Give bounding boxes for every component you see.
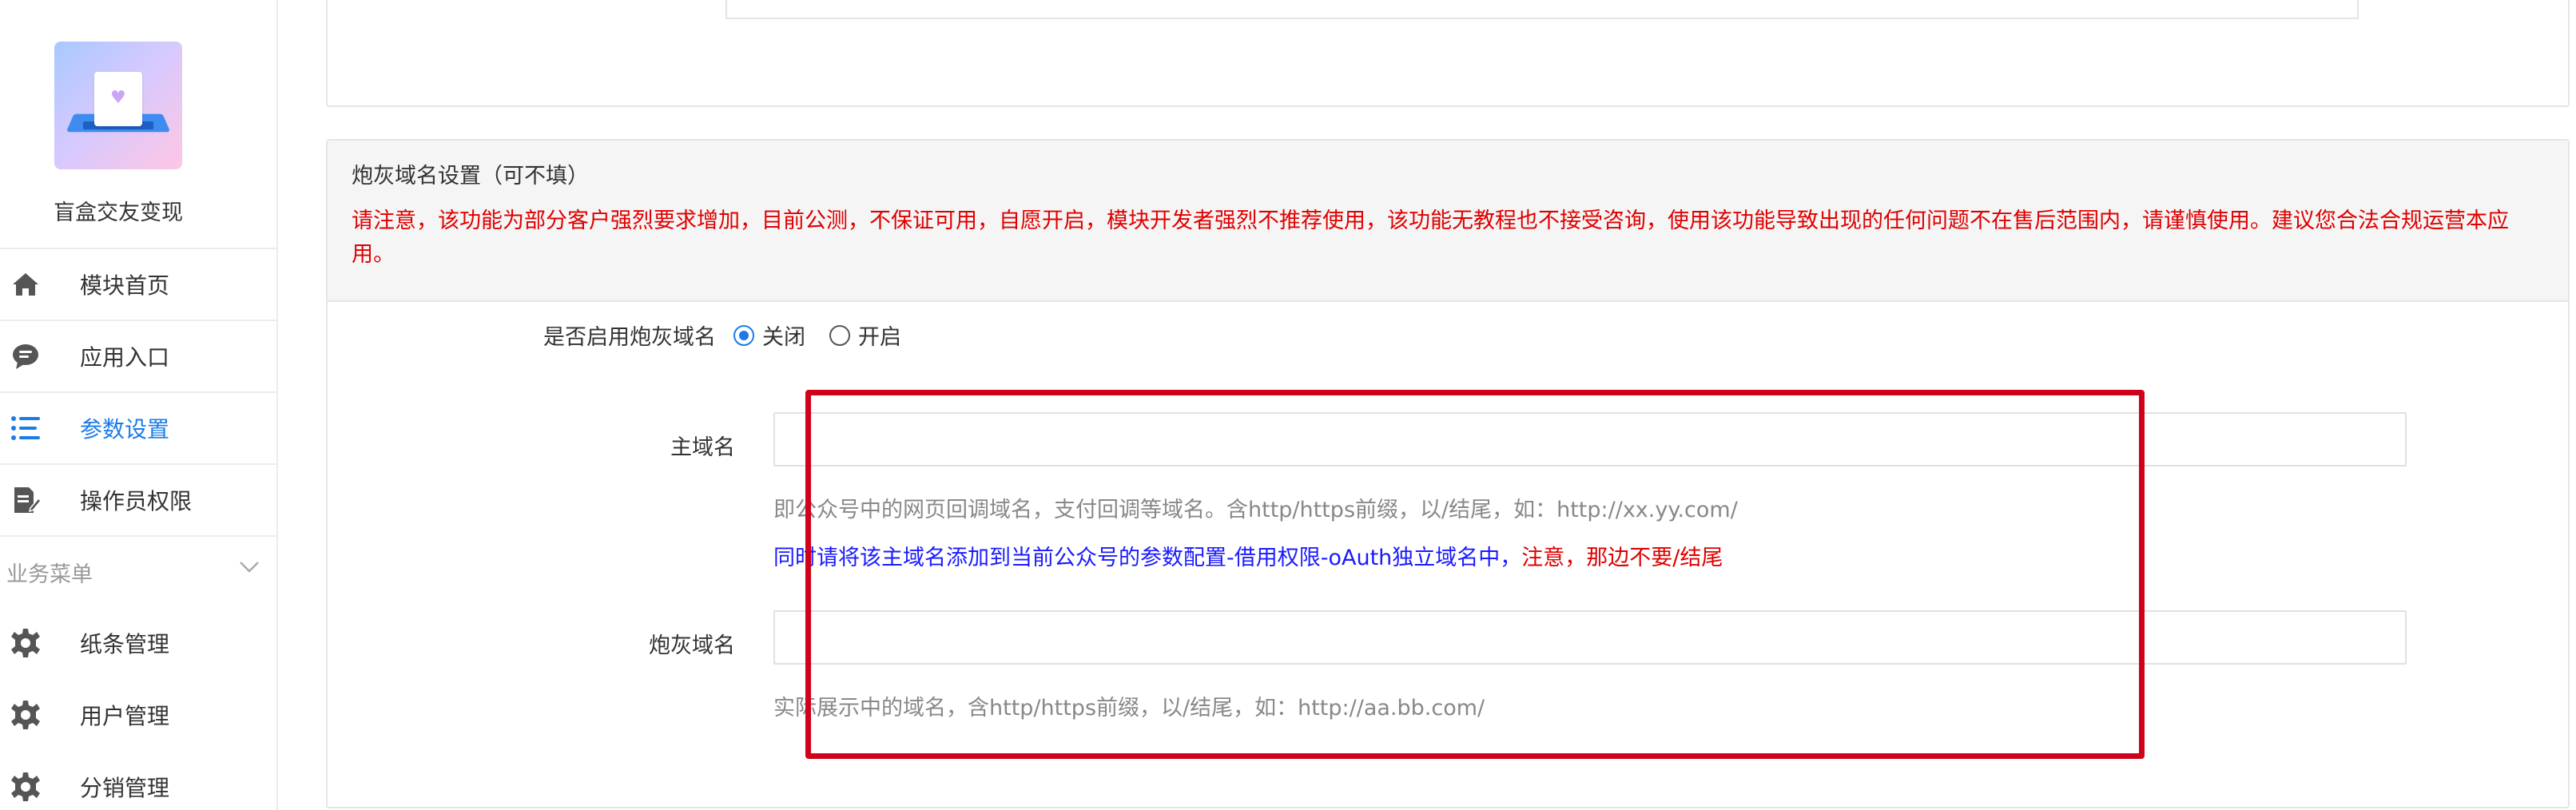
radio-on-label: 开启 (858, 325, 901, 350)
previous-field-input[interactable] (725, 0, 2359, 19)
edit-doc-icon (8, 482, 43, 518)
enable-radio-group: 关闭 开启 (733, 320, 925, 351)
sidebar-item-label: 应用入口 (80, 344, 170, 371)
main-content: 炮灰域名设置（可不填） 请注意，该功能为部分客户强烈要求增加，目前公测，不保证可… (278, 0, 2576, 810)
sidebar-item-operator-permissions[interactable]: 操作员权限 (0, 463, 276, 535)
heart-icon: ♥ (110, 88, 126, 108)
sidebar-item-label: 模块首页 (80, 272, 170, 299)
enable-row: 是否启用炮灰域名 关闭 开启 (328, 310, 2568, 358)
logo-card: ♥ (94, 72, 142, 126)
business-menu-label: 业务菜单 (6, 562, 93, 587)
home-icon (8, 267, 43, 302)
sidebar-item-label: 用户管理 (80, 703, 170, 729)
panel-warning: 请注意，该功能为部分客户强烈要求增加，目前公测，不保证可用，自愿开启，模块开发者… (352, 208, 2509, 267)
sidebar-item-user-management[interactable]: 用户管理 (0, 679, 276, 751)
panel-header: 炮灰域名设置（可不填） 请注意，该功能为部分客户强烈要求增加，目前公测，不保证可… (328, 141, 2568, 302)
sidebar-item-label: 分销管理 (80, 775, 170, 801)
sidebar-item-label: 参数设置 (80, 416, 170, 443)
gear-icon (8, 697, 43, 733)
enable-label: 是否启用炮灰域名 (543, 325, 716, 350)
previous-panel (326, 0, 2570, 107)
sidebar-item-label: 纸条管理 (80, 631, 170, 657)
main-domain-label: 主域名 (670, 435, 735, 460)
gear-icon (8, 625, 43, 661)
radio-on[interactable]: 开启 (829, 320, 901, 351)
main-domain-note: 同时请将该主域名添加到当前公众号的参数配置-借用权限-oAuth独立域名中，注意… (773, 540, 1723, 571)
sidebar: ♥ 盲盒交友变现 模块首页 应用入口 参数设置 操作员权限 业务菜单 纸条管理 … (0, 0, 278, 810)
cannon-domain-label: 炮灰域名 (649, 633, 735, 658)
chat-icon (8, 339, 43, 374)
sidebar-item-label: 操作员权限 (80, 488, 193, 514)
sidebar-item-app-entry[interactable]: 应用入口 (0, 320, 276, 391)
business-menu-header[interactable]: 业务菜单 (0, 535, 276, 607)
sidebar-item-distribution-management[interactable]: 分销管理 (0, 751, 276, 810)
app-logo: ♥ (54, 42, 182, 169)
sidebar-nav: 模块首页 应用入口 参数设置 操作员权限 业务菜单 纸条管理 用户管理 分销管理 (0, 248, 276, 810)
sidebar-item-settings[interactable]: 参数设置 (0, 391, 276, 463)
main-domain-note-blue: 同时请将该主域名添加到当前公众号的参数配置-借用权限-oAuth独立域名中， (773, 546, 1522, 570)
radio-on-circle[interactable] (829, 324, 850, 346)
list-icon (8, 411, 43, 446)
cannon-domain-input[interactable] (773, 610, 2407, 665)
main-domain-note-red: 注意，那边不要/结尾 (1521, 546, 1723, 570)
panel-title: 炮灰域名设置（可不填） (352, 164, 589, 189)
radio-off[interactable]: 关闭 (733, 320, 805, 351)
page: ♥ 盲盒交友变现 模块首页 应用入口 参数设置 操作员权限 业务菜单 纸条管理 … (0, 0, 2576, 810)
main-domain-input[interactable] (773, 412, 2407, 467)
sidebar-item-note-management[interactable]: 纸条管理 (0, 607, 276, 679)
app-name: 盲盒交友变现 (54, 201, 183, 225)
radio-off-circle[interactable] (733, 324, 754, 346)
cannon-domain-panel: 炮灰域名设置（可不填） 请注意，该功能为部分客户强烈要求增加，目前公测，不保证可… (326, 139, 2570, 808)
main-domain-help: 即公众号中的网页回调域名，支付回调等域名。含http/https前缀，以/结尾，… (773, 498, 1738, 522)
sidebar-item-module-home[interactable]: 模块首页 (0, 248, 276, 320)
chevron-down-icon[interactable] (238, 559, 260, 578)
cannon-domain-help: 实际展示中的域名，含http/https前缀，以/结尾，如：http://aa.… (773, 696, 1485, 721)
gear-icon (8, 769, 43, 804)
radio-off-label: 关闭 (762, 325, 805, 350)
